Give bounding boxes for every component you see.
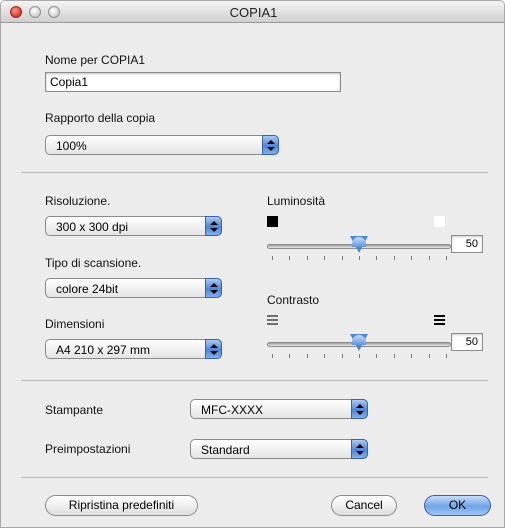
slider-tick xyxy=(429,354,430,358)
popup-arrows-icon xyxy=(262,135,279,155)
slider-tick xyxy=(324,256,325,260)
scan-type-label: Tipo di scansione. xyxy=(45,256,142,270)
slider-tick xyxy=(446,354,447,358)
dimensions-popup[interactable]: A4 210 x 297 mm xyxy=(45,339,222,359)
slider-tick xyxy=(307,354,308,358)
slider-tick xyxy=(359,256,360,260)
slider-tick xyxy=(446,256,447,260)
popup-arrows-icon xyxy=(351,439,368,459)
slider-tick xyxy=(342,354,343,358)
slider-tick xyxy=(359,354,360,358)
printer-label: Stampante xyxy=(45,403,104,417)
separator xyxy=(21,380,488,381)
ok-button[interactable]: OK xyxy=(424,495,491,516)
high-contrast-icon xyxy=(434,315,445,325)
scan-type-popup[interactable]: colore 24bit xyxy=(45,278,222,298)
slider-tick xyxy=(376,256,377,260)
slider-tick xyxy=(376,354,377,358)
dimensions-label: Dimensioni xyxy=(45,317,105,331)
contrast-value-field[interactable]: 50 xyxy=(451,333,483,351)
ratio-value: 100% xyxy=(56,139,87,153)
slider-tick xyxy=(272,354,273,358)
contrast-slider[interactable] xyxy=(267,334,451,360)
slider-thumb-highlight xyxy=(352,237,366,247)
slider-tick xyxy=(289,256,290,260)
popup-arrows-icon xyxy=(351,399,368,419)
slider-tick xyxy=(307,256,308,260)
presets-label: Preimpostazioni xyxy=(45,442,131,456)
presets-popup[interactable]: Standard xyxy=(190,439,368,459)
name-label: Nome per COPIA1 xyxy=(45,53,146,67)
slider-tick xyxy=(394,256,395,260)
cancel-button[interactable]: Cancel xyxy=(331,495,397,516)
slider-tick xyxy=(429,256,430,260)
slider-thumb-highlight xyxy=(352,335,366,345)
resolution-value: 300 x 300 dpi xyxy=(56,220,129,234)
dialog-window: COPIA1 Nome per COPIA1 Copia1 Rapporto d… xyxy=(0,0,505,528)
slider-tick xyxy=(411,354,412,358)
slider-tick xyxy=(272,256,273,260)
printer-popup[interactable]: MFC-XXXX xyxy=(190,399,368,419)
title-bar[interactable]: COPIA1 xyxy=(1,1,504,23)
slider-tick xyxy=(342,256,343,260)
low-contrast-icon xyxy=(267,315,278,325)
light-square-icon xyxy=(434,216,445,227)
scan-type-value: colore 24bit xyxy=(56,282,119,296)
dark-square-icon xyxy=(267,216,278,227)
slider-ticks xyxy=(267,354,451,360)
name-field[interactable]: Copia1 xyxy=(45,72,341,92)
slider-tick xyxy=(324,354,325,358)
ratio-popup[interactable]: 100% xyxy=(45,135,279,155)
ratio-label: Rapporto della copia xyxy=(45,111,156,125)
separator xyxy=(21,477,488,478)
slider-tick xyxy=(411,256,412,260)
popup-arrows-icon xyxy=(205,339,222,359)
separator xyxy=(21,172,488,173)
slider-tick xyxy=(289,354,290,358)
restore-defaults-button[interactable]: Ripristina predefiniti xyxy=(45,495,198,516)
resolution-popup[interactable]: 300 x 300 dpi xyxy=(45,216,222,236)
popup-arrows-icon xyxy=(205,278,222,298)
popup-arrows-icon xyxy=(205,216,222,236)
slider-tick xyxy=(394,354,395,358)
window-title: COPIA1 xyxy=(229,5,278,20)
printer-value: MFC-XXXX xyxy=(201,403,264,417)
brightness-value-field[interactable]: 50 xyxy=(451,235,483,253)
contrast-label: Contrasto xyxy=(267,293,320,307)
slider-ticks xyxy=(267,256,451,262)
brightness-slider[interactable] xyxy=(267,236,451,262)
presets-value: Standard xyxy=(201,443,250,457)
dimensions-value: A4 210 x 297 mm xyxy=(56,343,151,357)
resolution-label: Risoluzione. xyxy=(45,194,111,208)
brightness-label: Luminosità xyxy=(267,194,326,208)
